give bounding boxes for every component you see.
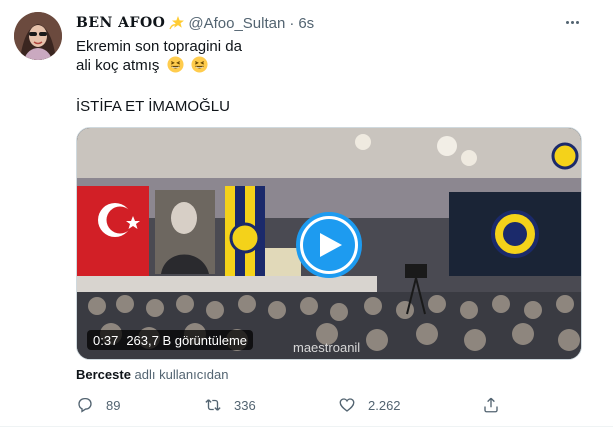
timestamp[interactable]: 6s bbox=[298, 15, 314, 32]
share-icon bbox=[484, 397, 498, 413]
retweet-icon bbox=[205, 399, 221, 411]
reply-button[interactable]: 89 bbox=[76, 394, 120, 416]
view-count: 263,7 B görüntüleme bbox=[126, 332, 248, 348]
like-count: 2.262 bbox=[368, 397, 401, 413]
play-icon[interactable] bbox=[303, 219, 355, 271]
tweet-header: BEN AFOO @Afoo_Sultan · 6s bbox=[76, 13, 314, 33]
share-button[interactable] bbox=[482, 394, 512, 416]
separator-dot: · bbox=[289, 14, 295, 32]
tweet-text: İSTİFA ET İMAMOĞLU bbox=[76, 98, 230, 115]
tweet-text: ali koç atmış bbox=[76, 57, 160, 74]
attribution-user[interactable]: Berceste bbox=[76, 367, 131, 382]
retweet-count: 336 bbox=[234, 397, 256, 413]
reply-count: 89 bbox=[106, 397, 121, 413]
retweet-button[interactable]: 336 bbox=[204, 394, 256, 416]
tweet-text: Ekremin son topragini da bbox=[76, 38, 242, 55]
reply-icon bbox=[78, 397, 92, 413]
tweet-text-line1: Ekremin son topragini da bbox=[76, 37, 242, 57]
tweet-text-line3: İSTİFA ET İMAMOĞLU bbox=[76, 97, 230, 117]
play-button[interactable] bbox=[296, 212, 362, 278]
media-attribution: Berceste adlı kullanıcıdan bbox=[76, 367, 229, 382]
like-button[interactable]: 2.262 bbox=[338, 394, 401, 416]
video-duration: 0:37 bbox=[93, 332, 119, 348]
video-player[interactable]: 0:37 263,7 B görüntüleme maestroanil bbox=[76, 127, 582, 360]
avatar[interactable] bbox=[14, 12, 62, 60]
grinning-squinting-face-icon bbox=[191, 56, 208, 73]
heart-icon bbox=[339, 398, 355, 412]
video-watermark: maestroanil bbox=[293, 340, 361, 355]
dizzy-star-icon bbox=[169, 15, 185, 31]
handle[interactable]: @Afoo_Sultan bbox=[188, 15, 285, 32]
display-name[interactable]: BEN AFOO bbox=[76, 15, 165, 31]
tweet-text-line2: ali koç atmış bbox=[76, 56, 208, 76]
tweet-card[interactable]: BEN AFOO @Afoo_Sultan · 6s Ekremin son t… bbox=[0, 0, 613, 427]
tweet-actions: 89 336 2.262 bbox=[76, 394, 516, 416]
more-options-icon[interactable] bbox=[560, 12, 584, 32]
grinning-squinting-face-icon bbox=[167, 56, 184, 73]
attribution-suffix: adlı kullanıcıdan bbox=[130, 367, 229, 382]
video-stats-overlay: 0:37 263,7 B görüntüleme bbox=[87, 330, 254, 350]
